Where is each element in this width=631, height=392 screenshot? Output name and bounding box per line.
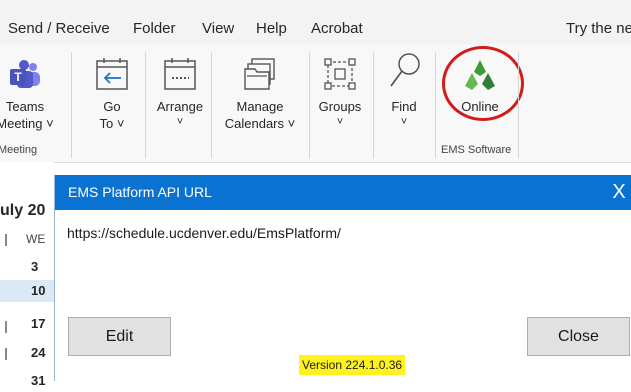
close-button[interactable]: Close (527, 317, 630, 356)
groups-button[interactable]: Groups ˅ (314, 46, 366, 144)
tab-acrobat[interactable]: Acrobat (311, 20, 363, 37)
ribbon-divider (373, 52, 374, 158)
calendar-day-number: 3 (31, 259, 39, 274)
version-label: Version 224.1.0.36 (299, 355, 406, 375)
chevron-down-icon: ˅ (116, 116, 125, 131)
calendar-gridline (5, 234, 7, 246)
menu-tab-bar: Send / Receive Folder View Help Acrobat … (0, 0, 631, 44)
edit-button[interactable]: Edit (68, 317, 171, 356)
tab-view[interactable]: View (202, 20, 234, 37)
calendar-day[interactable]: 3 (0, 256, 54, 278)
chevron-down-icon: ˅ (176, 116, 184, 128)
calendar-day-number: 24 (31, 345, 46, 360)
ribbon-divider (211, 52, 212, 158)
group-label-ems-software: EMS Software (441, 144, 512, 156)
arrange-button[interactable]: Arrange ˅ (150, 46, 210, 144)
teams-meeting-button[interactable]: T Teams Meeting ˅ (0, 46, 60, 144)
ribbon-divider (71, 52, 72, 158)
go-to-label-line2: To (99, 116, 114, 131)
find-icon (387, 46, 421, 92)
calendar-day-number: 17 (31, 316, 46, 331)
calendar-month-label: uly 20 (0, 202, 46, 219)
chevron-down-icon: ˅ (46, 116, 54, 131)
find-button[interactable]: Find ˅ (382, 46, 426, 144)
ribbon-divider (145, 52, 146, 158)
teams-label-line1: Teams (5, 99, 45, 114)
calendar-weekday-header: WE (26, 232, 46, 246)
tab-help[interactable]: Help (256, 20, 287, 37)
manage-calendars-label-line2: Calendars (224, 116, 285, 131)
calendar-gridline (5, 348, 7, 360)
groups-icon (323, 46, 357, 92)
dialog-title-bar[interactable]: EMS Platform API URL X (55, 175, 631, 210)
calendar-day[interactable]: 31 (0, 370, 54, 392)
tell-me-prompt[interactable]: Try the ne (566, 20, 631, 37)
find-label: Find (391, 99, 417, 114)
calendar-day[interactable]: 24 (0, 342, 54, 364)
svg-text:T: T (14, 70, 22, 84)
calendar-navigator: uly 20 WE 3 10 17 24 31 (0, 162, 54, 388)
ems-api-url-dialog: EMS Platform API URL X https://schedule.… (54, 175, 631, 381)
groups-label: Groups (318, 99, 362, 114)
close-icon[interactable]: X (606, 175, 631, 210)
calendar-day[interactable]: 17 (0, 313, 54, 335)
teams-icon: T (8, 46, 42, 92)
chevron-down-icon: ˅ (336, 116, 344, 128)
calendar-day-number: 10 (31, 283, 46, 298)
teams-label-line2: Meeting (0, 116, 43, 131)
tab-folder[interactable]: Folder (133, 20, 176, 37)
go-to-icon (95, 46, 129, 92)
go-to-button[interactable]: Go To ˅ (90, 46, 134, 144)
api-url-text: https://schedule.ucdenver.edu/EmsPlatfor… (67, 225, 341, 241)
dialog-title: EMS Platform API URL (68, 184, 212, 200)
ribbon-divider (309, 52, 310, 158)
red-highlight-circle (442, 46, 524, 121)
ribbon-divider (435, 52, 436, 158)
ribbon-divider (518, 52, 519, 158)
calendar-gridline (5, 321, 7, 333)
chevron-down-icon: ˅ (400, 116, 408, 128)
calendar-day-selected[interactable]: 10 (0, 280, 54, 302)
arrange-icon (163, 46, 197, 92)
manage-calendars-button[interactable]: Manage Calendars ˅ (218, 46, 302, 144)
manage-calendars-icon (242, 46, 278, 92)
arrange-label: Arrange (156, 99, 204, 114)
chevron-down-icon: ˅ (287, 116, 296, 131)
go-to-label-line1: Go (103, 99, 121, 114)
tab-send-receive[interactable]: Send / Receive (8, 20, 110, 37)
group-label-meeting: Meeting (0, 144, 38, 156)
manage-calendars-label-line1: Manage (236, 99, 284, 114)
ribbon: T Teams Meeting ˅ Meeting Go To ˅ Arrang… (0, 44, 631, 163)
